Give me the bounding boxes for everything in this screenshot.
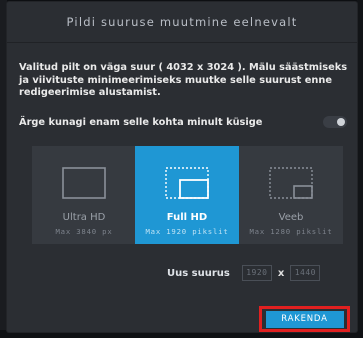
option-ultra-hd-max: Max 3840 px (55, 227, 113, 236)
new-size-label: Uus suurus (167, 267, 230, 279)
size-options: Ultra HD Max 3840 px Full HD Max 1920 pi… (32, 146, 343, 244)
option-ultra-hd[interactable]: Ultra HD Max 3840 px (32, 146, 136, 244)
apply-highlight: RAKENDA (259, 306, 350, 332)
web-icon (256, 160, 326, 210)
option-web[interactable]: Veeb Max 1280 pikslit (239, 146, 343, 244)
ultra-hd-icon (49, 160, 119, 210)
height-input[interactable]: 1440 (290, 265, 321, 281)
dont-ask-toggle[interactable] (323, 116, 347, 128)
width-input[interactable]: 1920 (241, 265, 272, 281)
size-separator: x (277, 267, 285, 279)
background-panel-right (357, 0, 363, 338)
option-web-max: Max 1280 pikslit (249, 227, 333, 236)
toggle-knob (337, 118, 345, 126)
full-hd-icon (152, 160, 222, 210)
dialog-title-bar: Pildi suuruse muutmine eelnevalt (7, 2, 357, 43)
dont-ask-label: Ärge kunagi enam selle kohta minult küsi… (19, 116, 263, 128)
option-web-name: Veeb (278, 212, 304, 223)
resize-dialog: Pildi suuruse muutmine eelnevalt Valitud… (7, 2, 357, 332)
option-full-hd-max: Max 1920 pikslit (145, 227, 229, 236)
option-ultra-hd-name: Ultra HD (62, 212, 106, 223)
dont-ask-row: Ärge kunagi enam selle kohta minult küsi… (19, 115, 349, 129)
option-full-hd[interactable]: Full HD Max 1920 pikslit (135, 146, 239, 244)
option-full-hd-name: Full HD (166, 212, 208, 223)
dialog-title: Pildi suuruse muutmine eelnevalt (66, 15, 298, 29)
dialog-message: Valitud pilt on väga suur ( 4032 x 3024 … (19, 62, 348, 98)
apply-button[interactable]: RAKENDA (265, 310, 344, 328)
new-size-row: Uus suurus 1920 x 1440 (167, 264, 321, 282)
background-panel-left (0, 0, 7, 338)
